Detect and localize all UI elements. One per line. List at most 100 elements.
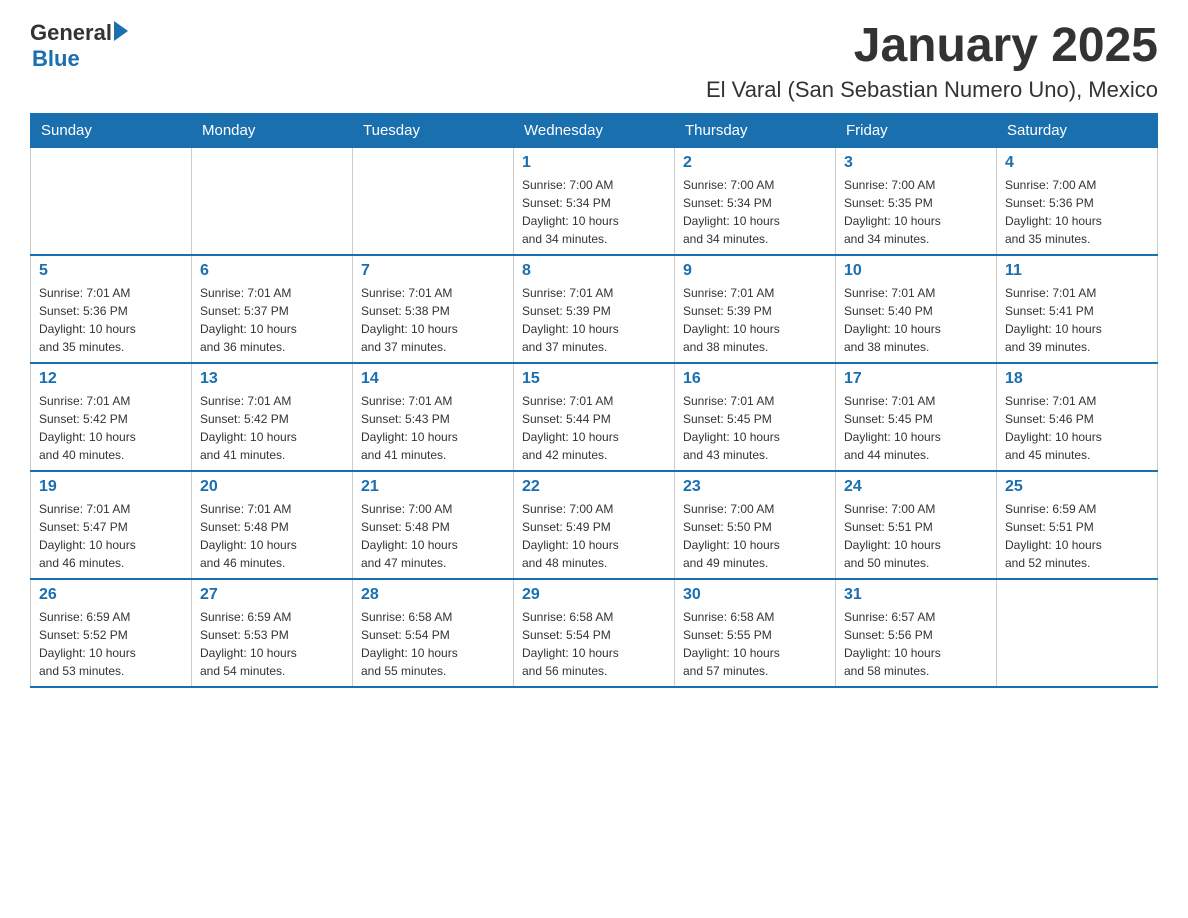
calendar-cell: 13 Sunrise: 7:01 AM Sunset: 5:42 PM Dayli… bbox=[192, 363, 353, 471]
calendar-week-4: 19Sunrise: 7:01 AM Sunset: 5:47 PM Dayli… bbox=[31, 471, 1158, 579]
calendar-cell: 24Sunrise: 7:00 AM Sunset: 5:51 PM Dayli… bbox=[836, 471, 997, 579]
day-info: Sunrise: 7:01 AM Sunset: 5:46 PM Dayligh… bbox=[1005, 392, 1149, 464]
logo-arrow-icon bbox=[114, 21, 128, 41]
calendar-cell: 18 Sunrise: 7:01 AM Sunset: 5:46 PM Dayli… bbox=[997, 363, 1158, 471]
day-number: 27 bbox=[200, 586, 344, 604]
calendar-cell: 20 Sunrise: 7:01 AM Sunset: 5:48 PM Dayli… bbox=[192, 471, 353, 579]
day-info: Sunrise: 7:01 AM Sunset: 5:42 PM Dayligh… bbox=[200, 392, 344, 464]
calendar-table: SundayMondayTuesdayWednesdayThursdayFrid… bbox=[30, 113, 1158, 688]
calendar-week-1: 1 Sunrise: 7:00 AM Sunset: 5:34 PM Daylig… bbox=[31, 147, 1158, 255]
day-number: 21 bbox=[361, 478, 505, 496]
day-number: 28 bbox=[361, 586, 505, 604]
calendar-cell: 3 Sunrise: 7:00 AM Sunset: 5:35 PM Daylig… bbox=[836, 147, 997, 255]
day-number: 30 bbox=[683, 586, 827, 604]
day-number: 10 bbox=[844, 262, 988, 280]
calendar-week-2: 5 Sunrise: 7:01 AM Sunset: 5:36 PM Daylig… bbox=[31, 255, 1158, 363]
day-number: 24 bbox=[844, 478, 988, 496]
calendar-cell: 1 Sunrise: 7:00 AM Sunset: 5:34 PM Daylig… bbox=[514, 147, 675, 255]
calendar-cell: 29Sunrise: 6:58 AM Sunset: 5:54 PM Dayli… bbox=[514, 579, 675, 687]
day-number: 5 bbox=[39, 262, 183, 280]
calendar-cell: 15Sunrise: 7:01 AM Sunset: 5:44 PM Dayli… bbox=[514, 363, 675, 471]
logo: General Blue bbox=[30, 20, 128, 72]
calendar-header-tuesday: Tuesday bbox=[353, 113, 514, 147]
calendar-cell: 21 Sunrise: 7:00 AM Sunset: 5:48 PM Dayli… bbox=[353, 471, 514, 579]
month-title: January 2025 bbox=[706, 20, 1158, 73]
calendar-cell bbox=[192, 147, 353, 255]
title-area: January 2025 El Varal (San Sebastian Num… bbox=[706, 20, 1158, 103]
day-info: Sunrise: 6:58 AM Sunset: 5:54 PM Dayligh… bbox=[361, 608, 505, 680]
day-info: Sunrise: 7:01 AM Sunset: 5:39 PM Dayligh… bbox=[522, 284, 666, 356]
calendar-header-friday: Friday bbox=[836, 113, 997, 147]
calendar-cell: 9Sunrise: 7:01 AM Sunset: 5:39 PM Daylig… bbox=[675, 255, 836, 363]
calendar-week-3: 12Sunrise: 7:01 AM Sunset: 5:42 PM Dayli… bbox=[31, 363, 1158, 471]
day-info: Sunrise: 7:00 AM Sunset: 5:49 PM Dayligh… bbox=[522, 500, 666, 572]
day-info: Sunrise: 7:01 AM Sunset: 5:45 PM Dayligh… bbox=[844, 392, 988, 464]
day-number: 17 bbox=[844, 370, 988, 388]
calendar-cell: 11 Sunrise: 7:01 AM Sunset: 5:41 PM Dayli… bbox=[997, 255, 1158, 363]
calendar-cell: 17 Sunrise: 7:01 AM Sunset: 5:45 PM Dayli… bbox=[836, 363, 997, 471]
calendar-cell bbox=[353, 147, 514, 255]
calendar-cell: 28 Sunrise: 6:58 AM Sunset: 5:54 PM Dayli… bbox=[353, 579, 514, 687]
day-info: Sunrise: 7:01 AM Sunset: 5:41 PM Dayligh… bbox=[1005, 284, 1149, 356]
calendar-header-saturday: Saturday bbox=[997, 113, 1158, 147]
day-info: Sunrise: 7:01 AM Sunset: 5:38 PM Dayligh… bbox=[361, 284, 505, 356]
calendar-cell bbox=[31, 147, 192, 255]
calendar-cell: 16 Sunrise: 7:01 AM Sunset: 5:45 PM Dayli… bbox=[675, 363, 836, 471]
calendar-cell: 22Sunrise: 7:00 AM Sunset: 5:49 PM Dayli… bbox=[514, 471, 675, 579]
day-number: 20 bbox=[200, 478, 344, 496]
day-info: Sunrise: 7:01 AM Sunset: 5:45 PM Dayligh… bbox=[683, 392, 827, 464]
logo-text-blue: Blue bbox=[32, 46, 80, 72]
calendar-cell: 19Sunrise: 7:01 AM Sunset: 5:47 PM Dayli… bbox=[31, 471, 192, 579]
day-number: 3 bbox=[844, 154, 988, 172]
calendar-cell: 5 Sunrise: 7:01 AM Sunset: 5:36 PM Daylig… bbox=[31, 255, 192, 363]
day-info: Sunrise: 7:00 AM Sunset: 5:48 PM Dayligh… bbox=[361, 500, 505, 572]
day-info: Sunrise: 7:00 AM Sunset: 5:34 PM Dayligh… bbox=[522, 176, 666, 248]
page-header: General Blue January 2025 El Varal (San … bbox=[30, 20, 1158, 103]
day-info: Sunrise: 6:59 AM Sunset: 5:51 PM Dayligh… bbox=[1005, 500, 1149, 572]
calendar-header-monday: Monday bbox=[192, 113, 353, 147]
calendar-cell: 2 Sunrise: 7:00 AM Sunset: 5:34 PM Daylig… bbox=[675, 147, 836, 255]
day-info: Sunrise: 6:59 AM Sunset: 5:52 PM Dayligh… bbox=[39, 608, 183, 680]
calendar-cell: 26 Sunrise: 6:59 AM Sunset: 5:52 PM Dayli… bbox=[31, 579, 192, 687]
calendar-cell: 4Sunrise: 7:00 AM Sunset: 5:36 PM Daylig… bbox=[997, 147, 1158, 255]
day-number: 16 bbox=[683, 370, 827, 388]
day-number: 15 bbox=[522, 370, 666, 388]
day-number: 4 bbox=[1005, 154, 1149, 172]
location-title: El Varal (San Sebastian Numero Uno), Mex… bbox=[706, 77, 1158, 103]
day-number: 25 bbox=[1005, 478, 1149, 496]
day-info: Sunrise: 7:00 AM Sunset: 5:50 PM Dayligh… bbox=[683, 500, 827, 572]
day-info: Sunrise: 7:01 AM Sunset: 5:47 PM Dayligh… bbox=[39, 500, 183, 572]
calendar-cell: 27 Sunrise: 6:59 AM Sunset: 5:53 PM Dayli… bbox=[192, 579, 353, 687]
day-number: 1 bbox=[522, 154, 666, 172]
day-number: 14 bbox=[361, 370, 505, 388]
day-info: Sunrise: 7:01 AM Sunset: 5:40 PM Dayligh… bbox=[844, 284, 988, 356]
day-number: 13 bbox=[200, 370, 344, 388]
day-number: 6 bbox=[200, 262, 344, 280]
calendar-cell: 14 Sunrise: 7:01 AM Sunset: 5:43 PM Dayli… bbox=[353, 363, 514, 471]
day-info: Sunrise: 7:01 AM Sunset: 5:48 PM Dayligh… bbox=[200, 500, 344, 572]
day-info: Sunrise: 7:01 AM Sunset: 5:42 PM Dayligh… bbox=[39, 392, 183, 464]
day-info: Sunrise: 7:01 AM Sunset: 5:39 PM Dayligh… bbox=[683, 284, 827, 356]
day-number: 18 bbox=[1005, 370, 1149, 388]
calendar-header-thursday: Thursday bbox=[675, 113, 836, 147]
day-info: Sunrise: 7:01 AM Sunset: 5:36 PM Dayligh… bbox=[39, 284, 183, 356]
calendar-header-wednesday: Wednesday bbox=[514, 113, 675, 147]
calendar-cell: 23Sunrise: 7:00 AM Sunset: 5:50 PM Dayli… bbox=[675, 471, 836, 579]
day-number: 31 bbox=[844, 586, 988, 604]
day-info: Sunrise: 7:00 AM Sunset: 5:34 PM Dayligh… bbox=[683, 176, 827, 248]
calendar-cell: 10 Sunrise: 7:01 AM Sunset: 5:40 PM Dayli… bbox=[836, 255, 997, 363]
calendar-cell: 6 Sunrise: 7:01 AM Sunset: 5:37 PM Daylig… bbox=[192, 255, 353, 363]
day-number: 7 bbox=[361, 262, 505, 280]
calendar-cell: 12Sunrise: 7:01 AM Sunset: 5:42 PM Dayli… bbox=[31, 363, 192, 471]
day-info: Sunrise: 7:01 AM Sunset: 5:43 PM Dayligh… bbox=[361, 392, 505, 464]
day-number: 29 bbox=[522, 586, 666, 604]
day-number: 26 bbox=[39, 586, 183, 604]
calendar-cell: 8Sunrise: 7:01 AM Sunset: 5:39 PM Daylig… bbox=[514, 255, 675, 363]
day-info: Sunrise: 7:00 AM Sunset: 5:35 PM Dayligh… bbox=[844, 176, 988, 248]
day-info: Sunrise: 7:01 AM Sunset: 5:37 PM Dayligh… bbox=[200, 284, 344, 356]
day-info: Sunrise: 6:59 AM Sunset: 5:53 PM Dayligh… bbox=[200, 608, 344, 680]
day-number: 11 bbox=[1005, 262, 1149, 280]
calendar-cell: 25 Sunrise: 6:59 AM Sunset: 5:51 PM Dayli… bbox=[997, 471, 1158, 579]
calendar-cell: 7 Sunrise: 7:01 AM Sunset: 5:38 PM Daylig… bbox=[353, 255, 514, 363]
day-number: 2 bbox=[683, 154, 827, 172]
